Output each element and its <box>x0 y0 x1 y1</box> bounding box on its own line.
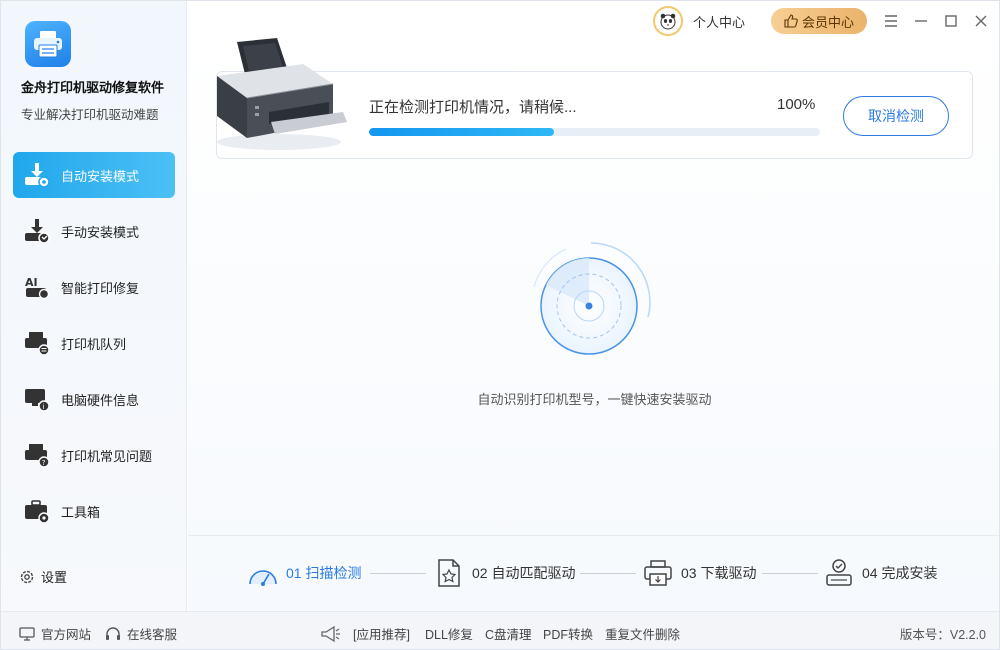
menu-icon[interactable] <box>880 10 902 32</box>
pdf-convert-link[interactable]: PDF转换 <box>543 624 593 643</box>
install-steps: 01 扫描检测 02 自动匹配驱动 03 下载驱动 04 完成安装 <box>188 536 999 611</box>
recommend-label: [应用推荐] <box>353 628 410 642</box>
official-website-link[interactable]: 官方网站 <box>19 624 91 643</box>
sidebar-item-smart-repair[interactable]: AI 智能打印修复 <box>13 264 175 310</box>
app-subtitle: 专业解决打印机驱动难题 <box>21 108 159 122</box>
svg-text:AI: AI <box>25 276 38 289</box>
step-label: 03 下载驱动 <box>681 565 757 581</box>
settings-label: 设置 <box>41 570 68 585</box>
main-content: 正在检测打印机情况，请稍候... 100% 取消检测 自动识别打印机型号，一键快… <box>188 38 999 611</box>
cancel-detection-button[interactable]: 取消检测 <box>843 96 949 136</box>
sidebar-item-label: 工具箱 <box>61 504 101 520</box>
match-driver-icon <box>434 558 464 588</box>
step-label: 04 完成安装 <box>862 565 938 581</box>
step-scan: 01 扫描检测 <box>248 558 361 588</box>
c-drive-clean-link[interactable]: C盘清理 <box>485 624 532 643</box>
step-install-complete: 04 完成安装 <box>824 558 937 588</box>
headset-icon <box>105 626 121 642</box>
progress-bar <box>369 128 820 136</box>
download-driver-icon <box>643 558 673 588</box>
monitor-icon <box>19 626 35 641</box>
sidebar-item-label: 打印机队列 <box>61 336 127 352</box>
sidebar-nav: 自动安装模式 手动安装模式 AI 智能打印修复 打印机队列 i 电脑硬件信息 ?… <box>13 152 175 544</box>
sidebar-item-toolbox[interactable]: 工具箱 <box>13 488 175 534</box>
hardware-info-icon: i <box>23 385 51 413</box>
minimize-icon[interactable] <box>910 10 932 32</box>
step-label: 02 自动匹配驱动 <box>472 565 576 581</box>
maximize-icon[interactable] <box>940 10 962 32</box>
progress-bar-fill <box>369 128 554 136</box>
step-download-driver: 03 下载驱动 <box>643 558 756 588</box>
sidebar-item-label: 打印机常见问题 <box>61 448 153 464</box>
auto-install-icon <box>23 161 51 189</box>
app-name: 金舟打印机驱动修复软件 <box>21 80 165 95</box>
step-connector <box>762 573 818 574</box>
sidebar-item-label: 智能打印修复 <box>61 280 140 296</box>
radar-scan-animation <box>526 237 656 367</box>
sidebar: 金舟打印机驱动修复软件 专业解决打印机驱动难题 自动安装模式 手动安装模式 AI… <box>1 1 187 611</box>
toolbox-icon <box>23 497 51 525</box>
sidebar-item-auto-install[interactable]: 自动安装模式 <box>13 152 175 198</box>
app-recommend[interactable]: [应用推荐] <box>321 624 410 643</box>
footer-bar: 官方网站 在线客服 [应用推荐] DLL修复 C盘清理 PDF转换 重复文件删除… <box>1 611 999 649</box>
duplicate-file-delete-link[interactable]: 重复文件删除 <box>605 624 680 643</box>
step-label: 01 扫描检测 <box>286 565 362 581</box>
online-support-link[interactable]: 在线客服 <box>105 624 177 643</box>
user-center-button[interactable]: 个人中心 <box>653 6 745 36</box>
manual-install-icon <box>23 217 51 245</box>
step-connector <box>370 573 426 574</box>
svg-text:?: ? <box>42 459 46 467</box>
user-center-label: 个人中心 <box>693 14 746 30</box>
detection-card: 正在检测打印机情况，请稍候... 100% 取消检测 <box>216 38 973 159</box>
detection-status: 正在检测打印机情况，请稍候... <box>369 99 577 116</box>
vip-center-label: 会员中心 <box>801 14 854 30</box>
scan-icon <box>248 558 278 588</box>
dll-repair-link[interactable]: DLL修复 <box>425 624 473 643</box>
sidebar-item-label: 自动安装模式 <box>61 168 140 184</box>
detection-caption: 自动识别打印机型号，一键快速安装驱动 <box>477 392 712 407</box>
sidebar-item-label: 电脑硬件信息 <box>61 392 140 408</box>
install-complete-icon <box>824 558 854 588</box>
sidebar-item-faq[interactable]: ? 打印机常见问题 <box>13 432 175 478</box>
printer-logo-icon <box>25 21 71 67</box>
avatar <box>653 6 683 36</box>
version-label: 版本号：V2.2.0 <box>899 628 986 642</box>
printer-illustration <box>209 34 347 150</box>
official-website-label: 官方网站 <box>41 628 92 642</box>
print-queue-icon <box>23 329 51 357</box>
svg-text:i: i <box>43 403 45 411</box>
online-support-label: 在线客服 <box>127 628 178 642</box>
sidebar-item-hardware-info[interactable]: i 电脑硬件信息 <box>13 376 175 422</box>
sidebar-item-manual-install[interactable]: 手动安装模式 <box>13 208 175 254</box>
gear-icon <box>19 569 35 585</box>
vip-center-button[interactable]: 会员中心 <box>771 8 867 34</box>
settings-button[interactable]: 设置 <box>19 567 67 586</box>
faq-icon: ? <box>23 441 51 469</box>
megaphone-icon <box>321 625 341 642</box>
app-window: 金舟打印机驱动修复软件 专业解决打印机驱动难题 自动安装模式 手动安装模式 AI… <box>0 0 1000 650</box>
smart-repair-icon: AI <box>23 273 51 301</box>
close-icon[interactable] <box>970 10 992 32</box>
thumbs-up-icon <box>784 14 798 28</box>
step-connector <box>580 573 636 574</box>
step-match-driver: 02 自动匹配驱动 <box>434 558 575 588</box>
sidebar-item-label: 手动安装模式 <box>61 224 140 240</box>
progress-percent: 100% <box>777 96 816 113</box>
sidebar-item-print-queue[interactable]: 打印机队列 <box>13 320 175 366</box>
